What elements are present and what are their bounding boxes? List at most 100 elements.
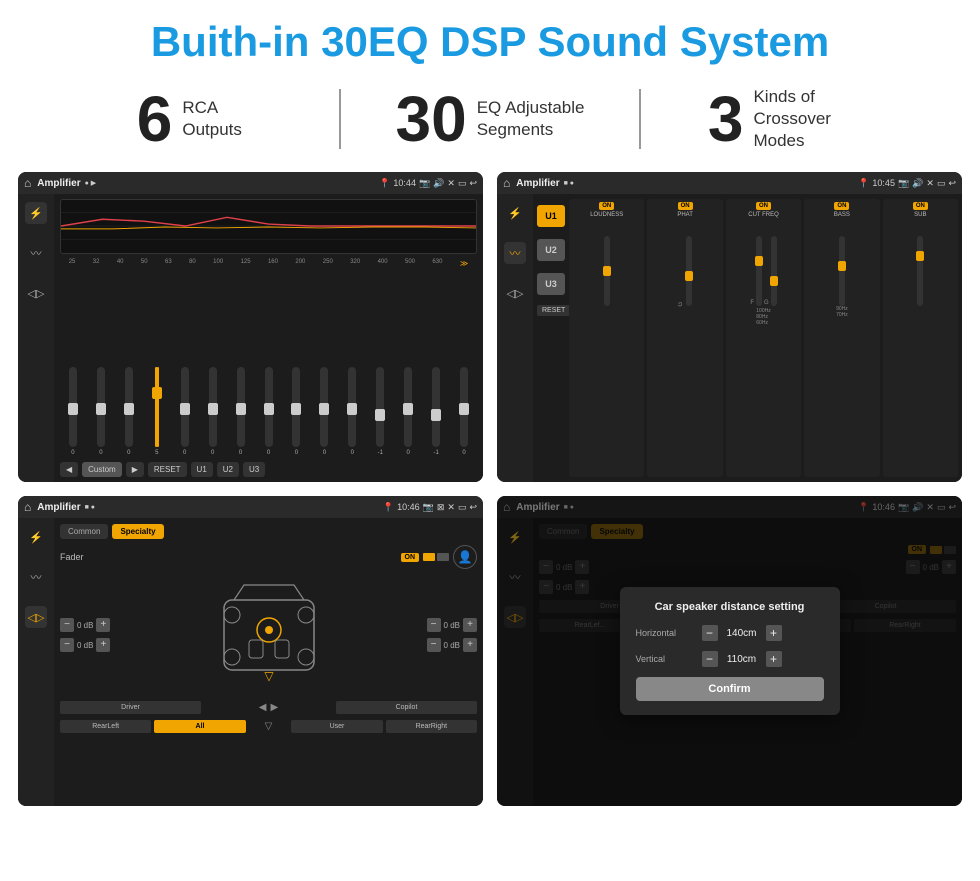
cross-modules: ON LOUDNESS ON PHAT — [569, 199, 958, 477]
eq-thumb-1[interactable] — [96, 403, 106, 415]
eq-thumb-0[interactable] — [68, 403, 78, 415]
down-arrow: ▽ — [249, 720, 289, 733]
btn-all[interactable]: All — [154, 720, 245, 733]
loudness-slider[interactable] — [604, 236, 610, 306]
u1-btn[interactable]: U1 — [537, 205, 565, 227]
tab-common[interactable]: Common — [60, 524, 108, 539]
left-arrow[interactable]: ◀ — [259, 702, 267, 713]
horizontal-plus-btn[interactable]: + — [766, 625, 782, 641]
eq-thumb-6[interactable] — [236, 403, 246, 415]
eq-thumb-4[interactable] — [180, 403, 190, 415]
db-control-rl: − 0 dB + — [60, 638, 110, 652]
eq-custom-btn[interactable]: Custom — [82, 462, 122, 477]
eq-icon-speaker[interactable]: ◁▷ — [25, 282, 47, 304]
fader-slider-2[interactable] — [437, 553, 449, 561]
bass-slider[interactable] — [839, 236, 845, 306]
confirm-button[interactable]: Confirm — [636, 677, 824, 701]
eq-prev-btn[interactable]: ◀ — [60, 462, 78, 477]
sub-on-badge[interactable]: ON — [913, 202, 928, 210]
right-arrow[interactable]: ▶ — [271, 702, 279, 713]
eq-u1-btn[interactable]: U1 — [191, 462, 213, 477]
sub-slider[interactable] — [917, 236, 923, 306]
eq-thumb-3[interactable] — [152, 387, 162, 399]
eq-slider-3: 5 — [144, 367, 170, 456]
dialog-overlay: Car speaker distance setting Horizontal … — [497, 496, 962, 806]
btn-copilot[interactable]: Copilot — [336, 701, 477, 714]
bass-on-badge[interactable]: ON — [834, 202, 849, 210]
db-plus-rl[interactable]: + — [96, 638, 110, 652]
eq-slider-12: 0 — [395, 367, 421, 456]
cutfreq-on-badge[interactable]: ON — [756, 202, 771, 210]
eq-icon-filter[interactable]: ⚡ — [25, 202, 47, 224]
eq-status-dots: ● ▶ — [85, 179, 97, 187]
cross-sidebar: ⚡ 〰 ◁▷ — [497, 194, 533, 482]
eq-play-btn[interactable]: ▶ — [126, 462, 144, 477]
cutfreq-slider-f[interactable] — [756, 236, 762, 306]
tab-specialty[interactable]: Specialty — [112, 524, 163, 539]
fader-icon-filter[interactable]: ⚡ — [25, 526, 47, 548]
fader-icon-wave[interactable]: 〰 — [25, 566, 47, 588]
phat-slider[interactable] — [686, 236, 692, 306]
eq-u2-btn[interactable]: U2 — [217, 462, 239, 477]
eq-thumb-10[interactable] — [347, 403, 357, 415]
eq-thumb-8[interactable] — [291, 403, 301, 415]
btn-rearleft[interactable]: RearLeft — [60, 720, 151, 733]
cutfreq-slider-g[interactable] — [771, 236, 777, 306]
fader-slider-1[interactable] — [423, 553, 435, 561]
db-minus-fr[interactable]: − — [427, 618, 441, 632]
loudness-thumb[interactable] — [603, 266, 611, 276]
u3-btn[interactable]: U3 — [537, 273, 565, 295]
sub-thumb[interactable] — [916, 251, 924, 261]
btn-driver[interactable]: Driver — [60, 701, 201, 714]
btn-user[interactable]: User — [291, 720, 382, 733]
eq-icon-wave[interactable]: 〰 — [25, 242, 47, 264]
fader-icon-speaker[interactable]: ◁▷ — [25, 606, 47, 628]
cross-icon-speaker[interactable]: ◁▷ — [504, 282, 526, 304]
dialog-row-vertical: Vertical − 110cm + — [636, 651, 824, 667]
location-icon-cross: 📍 — [858, 178, 869, 189]
db-minus-rr[interactable]: − — [427, 638, 441, 652]
eq-thumb-7[interactable] — [264, 403, 274, 415]
db-value-rr: 0 dB — [444, 641, 460, 650]
db-plus-fl[interactable]: + — [96, 618, 110, 632]
vertical-plus-btn[interactable]: + — [766, 651, 782, 667]
down-arrow-icon[interactable]: ▽ — [265, 721, 273, 732]
vertical-minus-btn[interactable]: − — [702, 651, 718, 667]
stat-item-eq: 30 EQ AdjustableSegments — [341, 87, 640, 151]
eq-thumb-11[interactable] — [375, 409, 385, 421]
eq-thumb-12[interactable] — [403, 403, 413, 415]
eq-thumb-9[interactable] — [319, 403, 329, 415]
cross-reset-btn[interactable]: RESET — [537, 305, 570, 316]
db-minus-rl[interactable]: − — [60, 638, 74, 652]
eq-thumb-14[interactable] — [459, 403, 469, 415]
eq-u3-btn[interactable]: U3 — [243, 462, 265, 477]
eq-reset-btn[interactable]: RESET — [148, 462, 187, 477]
app-title-fader: Amplifier — [37, 502, 80, 513]
screens-grid: ⌂ Amplifier ● ▶ 📍 10:44 📷 🔊 ✕ ▭ ↩ ⚡ 〰 ◁▷ — [0, 164, 980, 814]
cross-icon-wave[interactable]: 〰 — [504, 242, 526, 264]
cutfreq-thumb-g[interactable] — [770, 276, 778, 286]
eq-thumb-2[interactable] — [124, 403, 134, 415]
cutfreq-thumb-f[interactable] — [755, 256, 763, 266]
eq-thumb-5[interactable] — [208, 403, 218, 415]
loudness-on-badge[interactable]: ON — [599, 202, 614, 210]
bass-thumb[interactable] — [838, 261, 846, 271]
stat-number-eq: 30 — [396, 87, 467, 151]
u2-btn[interactable]: U2 — [537, 239, 565, 261]
db-value-fl: 0 dB — [77, 621, 93, 630]
phat-on-badge[interactable]: ON — [678, 202, 693, 210]
eq-thumb-13[interactable] — [431, 409, 441, 421]
horizontal-minus-btn[interactable]: − — [702, 625, 718, 641]
volume-icon-eq: 🔊 — [433, 178, 444, 189]
fader-right-controls: − 0 dB + − 0 dB + — [427, 618, 477, 652]
btn-rearright[interactable]: RearRight — [386, 720, 477, 733]
cross-icon-filter[interactable]: ⚡ — [504, 202, 526, 224]
phat-thumb[interactable] — [685, 271, 693, 281]
db-minus-fl[interactable]: − — [60, 618, 74, 632]
fader-on-badge[interactable]: ON — [401, 553, 420, 562]
db-plus-rr[interactable]: + — [463, 638, 477, 652]
db-plus-fr[interactable]: + — [463, 618, 477, 632]
horizontal-value: 140cm — [722, 628, 762, 639]
module-cutfreq: ON CUT FREQ F G — [726, 199, 801, 477]
stat-number-crossover: 3 — [708, 87, 744, 151]
